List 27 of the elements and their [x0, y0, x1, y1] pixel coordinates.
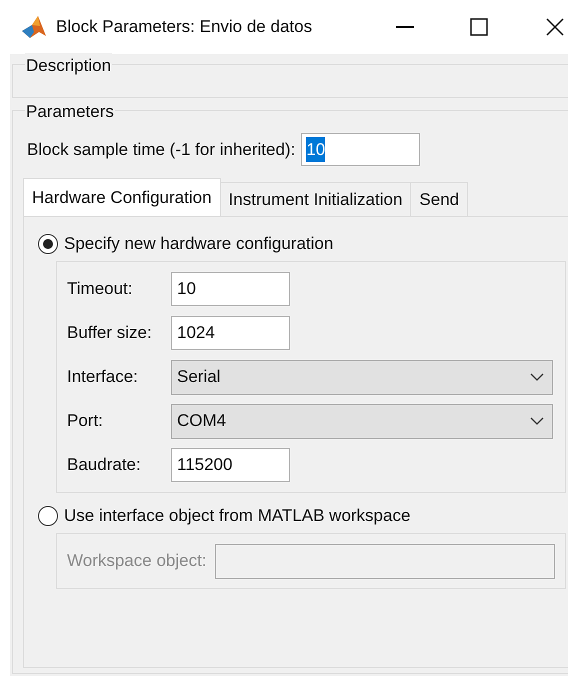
- input-field[interactable]: 10: [301, 133, 420, 166]
- dropdown[interactable]: COM4: [171, 404, 553, 438]
- field-label: Baudrate:: [67, 454, 142, 476]
- radio-label: Specify new hardware configuration: [64, 233, 334, 256]
- chevron-down-icon: [530, 417, 544, 425]
- radio-button[interactable]: [38, 234, 58, 254]
- field-label: Interface:: [67, 366, 139, 388]
- app-logo-icon: [20, 14, 48, 40]
- input-field[interactable]: 1024: [171, 316, 290, 350]
- tab[interactable]: Send: [411, 182, 468, 216]
- dropdown[interactable]: Serial: [171, 360, 553, 394]
- tab[interactable]: Instrument Initialization: [220, 182, 412, 216]
- window-title: Block Parameters: Envio de datos: [56, 16, 312, 38]
- tab[interactable]: Hardware Configuration: [23, 178, 221, 216]
- radio-label: Use interface object from MATLAB workspace: [64, 505, 410, 528]
- input-field[interactable]: 115200: [171, 448, 290, 482]
- field-label: Buffer size:: [67, 322, 153, 344]
- radio-button[interactable]: [38, 506, 58, 526]
- input-field[interactable]: [214, 544, 555, 578]
- field-label: Timeout:: [67, 278, 134, 300]
- maximize-icon[interactable]: [470, 18, 488, 36]
- field-label: Workspace object:: [67, 550, 207, 572]
- close-icon[interactable]: [546, 18, 564, 36]
- field-label: Block sample time (-1 for inherited):: [27, 138, 296, 161]
- field-label: Port:: [67, 410, 104, 432]
- input-field[interactable]: 10: [171, 272, 290, 306]
- chevron-down-icon: [530, 373, 544, 381]
